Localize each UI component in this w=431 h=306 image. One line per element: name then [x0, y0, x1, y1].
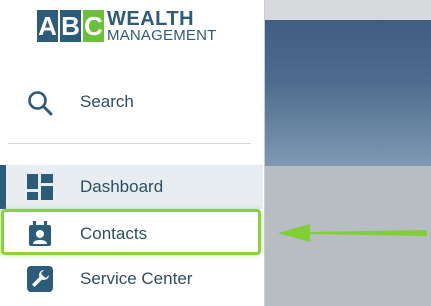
sidebar-item-dashboard[interactable]: Dashboard — [0, 165, 263, 209]
logo-letter-b: B — [60, 10, 81, 42]
search-button[interactable]: Search — [0, 80, 263, 124]
divider — [8, 143, 251, 144]
pointer-arrow-icon — [278, 224, 427, 242]
sidebar: A B C WEALTH MANAGEMENT Search Dashboard — [0, 0, 265, 306]
search-label: Search — [80, 92, 134, 111]
wrench-icon — [27, 266, 53, 292]
sidebar-item-label: Dashboard — [80, 177, 164, 196]
logo-letter-a: A — [37, 10, 58, 42]
dashboard-icon — [27, 174, 53, 200]
search-icon — [28, 91, 53, 116]
main-content — [265, 0, 431, 306]
logo-word-management: MANAGEMENT — [107, 27, 217, 44]
active-indicator — [0, 165, 6, 209]
sidebar-item-label: Service Center — [80, 269, 193, 288]
contacts-highlight-box — [1, 209, 261, 255]
sidebar-item-service-center[interactable]: Service Center — [0, 258, 263, 302]
hero-banner — [265, 20, 431, 166]
logo-letter-c: C — [83, 10, 104, 42]
top-bar — [265, 0, 431, 20]
